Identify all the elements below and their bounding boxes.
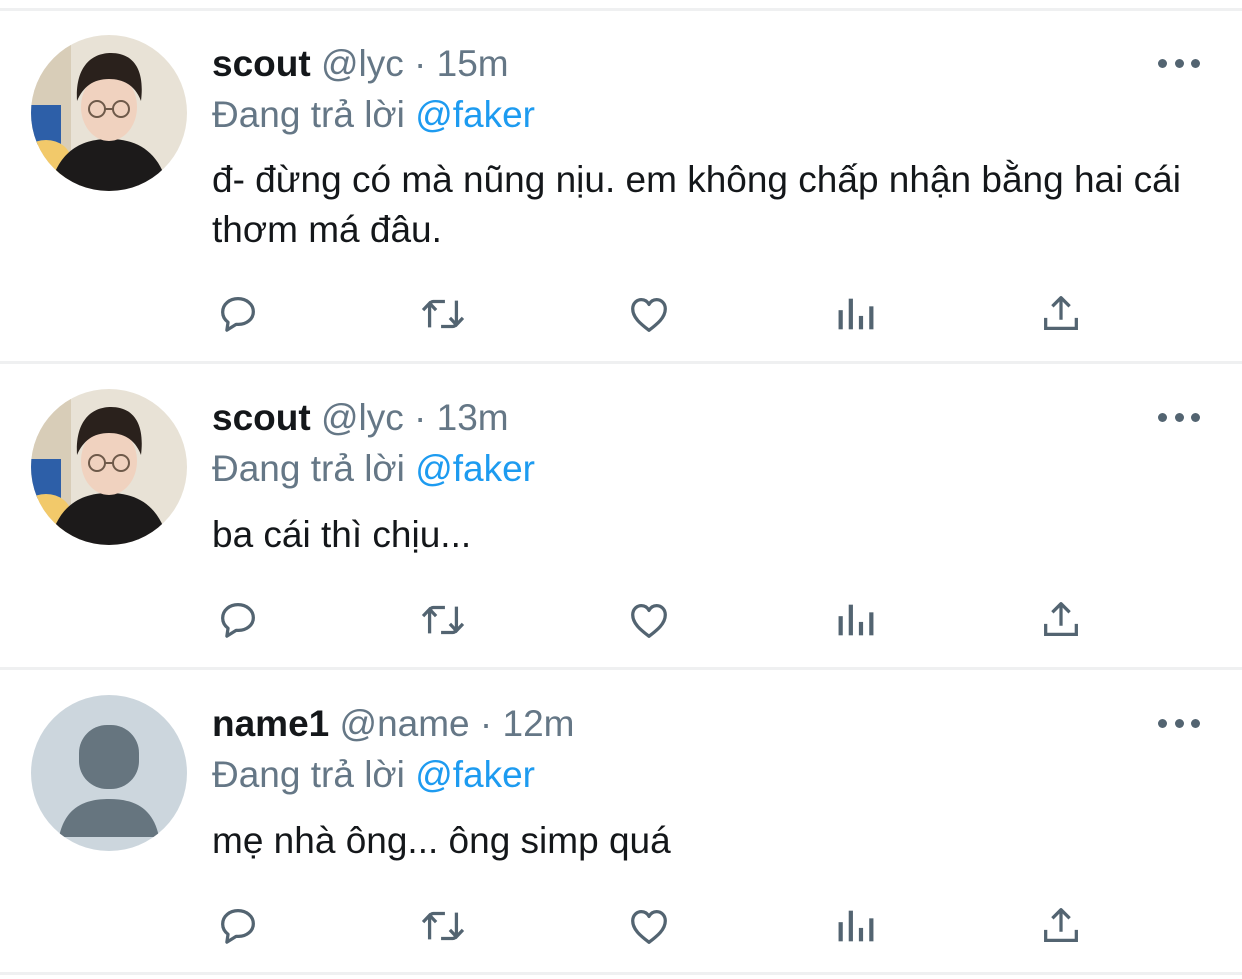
- retweet-icon: [421, 911, 465, 941]
- tweet-feed: scout @lyc · 15m Đang trả lời @faker đ- …: [0, 0, 1242, 979]
- share-button[interactable]: [1035, 594, 1087, 646]
- tweet-text: mẹ nhà ông... ông simp quá: [212, 820, 671, 861]
- tweet-header: name1 @name · 12m: [212, 702, 575, 746]
- like-icon: [631, 603, 667, 638]
- default-avatar-icon: [31, 695, 187, 851]
- reply-prefix: Đang trả lời: [212, 754, 405, 795]
- more-options-icon[interactable]: [1158, 53, 1200, 73]
- reply-button[interactable]: [212, 288, 264, 340]
- avatar[interactable]: [31, 35, 187, 191]
- divider: [0, 8, 1242, 11]
- user-handle[interactable]: @name: [340, 703, 470, 744]
- reply-button[interactable]: [212, 594, 264, 646]
- reply-prefix: Đang trả lời: [212, 448, 405, 489]
- timestamp[interactable]: 13m: [437, 397, 509, 438]
- reply-mention[interactable]: @faker: [415, 754, 535, 795]
- reply-icon: [221, 297, 255, 332]
- more-options-icon[interactable]: [1158, 407, 1200, 427]
- views-icon: [838, 604, 874, 636]
- avatar[interactable]: [31, 389, 187, 545]
- divider: [0, 972, 1242, 975]
- reply-icon: [221, 603, 255, 638]
- tweet-text: ba cái thì chịu...: [212, 514, 472, 555]
- tweet-text: đ- đừng có mà nũng nịu. em không chấp nh…: [212, 159, 1181, 250]
- tweet-header: scout @lyc · 13m: [212, 396, 509, 440]
- more-options-icon[interactable]: [1158, 713, 1200, 733]
- display-name[interactable]: name1: [212, 703, 329, 744]
- like-icon: [631, 297, 667, 332]
- views-icon: [838, 910, 874, 942]
- timestamp[interactable]: 15m: [437, 43, 509, 84]
- avatar[interactable]: [31, 695, 187, 851]
- like-icon: [631, 909, 667, 944]
- retweet-icon: [421, 605, 465, 635]
- like-button[interactable]: [623, 288, 675, 340]
- reply-context: Đang trả lời @faker: [212, 753, 535, 797]
- like-button[interactable]: [623, 900, 675, 952]
- user-handle[interactable]: @lyc: [321, 397, 404, 438]
- retweet-button[interactable]: [417, 594, 469, 646]
- reply-icon: [221, 909, 255, 944]
- share-button[interactable]: [1035, 900, 1087, 952]
- separator: ·: [479, 703, 493, 744]
- tweet-header: scout @lyc · 15m: [212, 42, 509, 86]
- retweet-button[interactable]: [417, 900, 469, 952]
- avatar-photo-icon: [31, 389, 187, 545]
- retweet-button[interactable]: [417, 288, 469, 340]
- separator: ·: [414, 43, 427, 84]
- views-icon: [838, 298, 874, 330]
- reply-prefix: Đang trả lời: [212, 94, 405, 135]
- views-button[interactable]: [830, 900, 882, 952]
- timestamp[interactable]: 12m: [503, 703, 575, 744]
- user-handle[interactable]: @lyc: [321, 43, 404, 84]
- share-button[interactable]: [1035, 288, 1087, 340]
- display-name[interactable]: scout: [212, 397, 311, 438]
- divider: [0, 361, 1242, 364]
- retweet-icon: [421, 299, 465, 329]
- views-button[interactable]: [830, 594, 882, 646]
- reply-context: Đang trả lời @faker: [212, 447, 535, 491]
- display-name[interactable]: scout: [212, 43, 311, 84]
- like-button[interactable]: [623, 594, 675, 646]
- avatar-photo-icon: [31, 35, 187, 191]
- reply-context: Đang trả lời @faker: [212, 93, 535, 137]
- share-icon: [1044, 602, 1078, 637]
- reply-button[interactable]: [212, 900, 264, 952]
- share-icon: [1044, 908, 1078, 943]
- reply-mention[interactable]: @faker: [415, 448, 535, 489]
- views-button[interactable]: [830, 288, 882, 340]
- divider: [0, 667, 1242, 670]
- reply-mention[interactable]: @faker: [415, 94, 535, 135]
- separator: ·: [414, 397, 427, 438]
- share-icon: [1044, 296, 1078, 331]
